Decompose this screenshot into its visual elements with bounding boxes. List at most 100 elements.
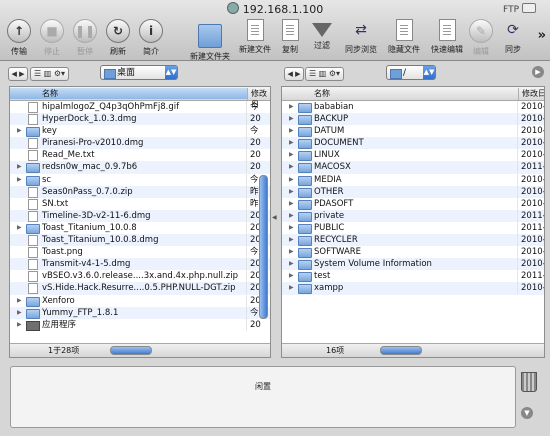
left-name-column[interactable]: 名称 (10, 88, 247, 99)
left-horizontal-scrollbar[interactable] (110, 346, 152, 355)
folder-icon (298, 175, 312, 186)
trash-icon[interactable] (521, 372, 537, 392)
right-back-forward-button[interactable]: ◀ ▶ (284, 67, 304, 81)
filter-button[interactable]: 过滤 (307, 19, 337, 51)
left-file-row[interactable]: Read_Me.txt 20 (10, 149, 270, 162)
left-file-row[interactable]: Toast.png 今 (10, 246, 270, 259)
disclosure-triangle-icon[interactable]: ▶ (17, 222, 22, 234)
left-file-row[interactable]: Piranesi-Pro-v2010.dmg 20 (10, 137, 270, 150)
info-button[interactable]: i 简介 (134, 19, 168, 57)
left-file-row[interactable]: Seas0nPass_0.7.0.zip 昨 (10, 185, 270, 198)
right-file-row[interactable]: ▶ System Volume Information 2010- (282, 258, 544, 271)
disclosure-triangle-icon[interactable]: ▶ (289, 210, 294, 222)
folder-icon (26, 308, 40, 319)
right-file-row[interactable]: ▶ private 2011- (282, 209, 544, 222)
go-arrow-icon[interactable]: ▶ (532, 66, 544, 78)
modified-date: 2011- (517, 221, 544, 234)
right-file-row[interactable]: ▶ BACKUP 2010- (282, 113, 544, 126)
disclosure-triangle-icon[interactable]: ▶ (289, 246, 294, 258)
disclosure-triangle-icon[interactable]: ▶ (17, 307, 22, 319)
file-icon (28, 271, 38, 283)
disclosure-triangle-icon[interactable]: ▶ (289, 125, 294, 137)
right-file-row[interactable]: ▶ LINUX 2010- (282, 149, 544, 162)
left-file-row[interactable]: HyperDock_1.0.3.dmg 20 (10, 113, 270, 126)
right-file-row[interactable]: ▶ PUBLIC 2011- (282, 221, 544, 234)
left-file-row[interactable]: ▶ redsn0w_mac_0.9.7b6 20 (10, 161, 270, 174)
right-file-row[interactable]: ▶ DOCUMENT 2010- (282, 137, 544, 150)
disclosure-triangle-icon[interactable]: ▶ (17, 161, 22, 173)
right-file-row[interactable]: ▶ SOFTWARE 2010- (282, 246, 544, 259)
disclosure-triangle-icon[interactable]: ▶ (289, 282, 294, 294)
disclosure-triangle-icon[interactable]: ▶ (17, 319, 22, 331)
right-view-mode-button[interactable]: ☰ ▥ ⚙▾ (305, 67, 345, 81)
disclosure-triangle-icon[interactable]: ▶ (289, 258, 294, 270)
pause-icon: ❚❚ (73, 19, 97, 43)
right-file-row[interactable]: ▶ xampp 2010- (282, 282, 544, 295)
left-view-mode-button[interactable]: ☰ ▥ ⚙▾ (30, 67, 70, 81)
hidden-files-button[interactable]: 隐藏文件 (384, 19, 424, 55)
pause-button[interactable]: ❚❚ 暂停 (68, 19, 102, 57)
right-file-row[interactable]: ▶ PDASOFT 2010- (282, 197, 544, 210)
toolbar-overflow-icon[interactable]: » (538, 28, 546, 43)
disclosure-triangle-icon[interactable]: ▶ (289, 113, 294, 125)
right-file-row[interactable]: ▶ test 2011- (282, 270, 544, 283)
sync-button[interactable]: ⟳ 同步 (498, 19, 528, 55)
disclosure-triangle-icon[interactable]: ▶ (289, 186, 294, 198)
modified-date: 2010- (517, 173, 544, 186)
left-file-row[interactable]: vBSEO.v3.6.0.release....3x.and.4x.php.nu… (10, 270, 270, 283)
left-file-row[interactable]: SN.txt 昨 (10, 197, 270, 210)
refresh-button[interactable]: ↻ 刷新 (101, 19, 135, 57)
left-file-row[interactable]: ▶ key 今 (10, 125, 270, 138)
left-file-row[interactable]: ▶ Xenforo 20 (10, 294, 270, 307)
disclosure-triangle-icon[interactable]: ▶ (289, 270, 294, 282)
left-file-row[interactable]: ▶ Yummy_FTP_1.8.1 今 (10, 306, 270, 319)
left-file-row[interactable]: ▶ Toast_Titanium_10.0.8 20 (10, 221, 270, 234)
right-file-row[interactable]: ▶ OTHER 2010- (282, 185, 544, 198)
left-back-forward-button[interactable]: ◀ ▶ (8, 67, 28, 81)
left-vertical-scrollbar[interactable] (259, 175, 268, 319)
copy-button[interactable]: 复制 (275, 19, 305, 55)
right-name-column[interactable]: 名称 (282, 88, 518, 99)
right-file-row[interactable]: ▶ MACOSX 2011- (282, 161, 544, 174)
left-date-column[interactable]: 修改日 (247, 88, 270, 109)
disclosure-triangle-icon[interactable]: ▶ (17, 295, 22, 307)
disclosure-triangle-icon[interactable]: ▶ (289, 174, 294, 186)
new-folder-button[interactable]: 新建文件夹 (190, 19, 230, 62)
copy-icon (281, 19, 299, 41)
disclosure-triangle-icon[interactable]: ▶ (17, 125, 22, 137)
disclosure-triangle-icon[interactable]: ▶ (289, 198, 294, 210)
stop-button[interactable]: ■ 停止 (35, 19, 69, 57)
sync-browse-button[interactable]: ⇄ 同步浏览 (341, 19, 381, 55)
left-file-row[interactable]: ▶ sc 今 (10, 173, 270, 186)
right-file-row[interactable]: ▶ bababian 2010- (282, 101, 544, 113)
disclosure-triangle-icon[interactable]: ▶ (289, 101, 294, 113)
left-file-row[interactable]: Timeline-3D-v2-11-6.dmg 20 (10, 209, 270, 222)
edit-button[interactable]: ✎ 编辑 (466, 19, 496, 57)
left-file-row[interactable]: Transmit-v4-1-5.dmg 20 (10, 258, 270, 271)
log-toggle-icon[interactable]: ▼ (521, 407, 533, 419)
new-file-button[interactable]: 新建文件 (237, 19, 273, 55)
right-file-row[interactable]: ▶ DATUM 2010- (282, 125, 544, 138)
disclosure-triangle-icon[interactable]: ▶ (289, 137, 294, 149)
left-file-row[interactable]: vS.Hide.Hack.Resurre....0.5.PHP.NULL-DGT… (10, 282, 270, 295)
left-file-row[interactable]: hipalmlogoZ_Q4p3qOhPmFj8.gif 今 (10, 101, 270, 113)
disclosure-triangle-icon[interactable]: ▶ (289, 161, 294, 173)
transfer-button[interactable]: ↑ 传输 (2, 19, 36, 57)
disclosure-triangle-icon[interactable]: ▶ (17, 174, 22, 186)
disclosure-triangle-icon[interactable]: ▶ (289, 234, 294, 246)
disclosure-triangle-icon[interactable]: ▶ (289, 149, 294, 161)
folder-icon (298, 103, 312, 113)
right-path-select[interactable]: / ▲▼ (386, 65, 436, 80)
right-file-row[interactable]: ▶ MEDIA 2010- (282, 173, 544, 186)
quick-edit-button[interactable]: 快速编辑 (427, 19, 467, 55)
pane-splitter[interactable]: ◀ (272, 214, 277, 221)
right-file-row[interactable]: ▶ RECYCLER 2010- (282, 234, 544, 247)
right-horizontal-scrollbar[interactable] (380, 346, 422, 355)
folder-icon (298, 211, 312, 222)
modified-date: 昨 (246, 185, 259, 198)
right-date-column[interactable]: 修改日 (518, 88, 544, 100)
left-file-row[interactable]: ▶ 应用程序 20 (10, 318, 270, 331)
left-file-row[interactable]: Toast_Titanium_10.0.8.dmg 20 (10, 234, 270, 247)
disclosure-triangle-icon[interactable]: ▶ (289, 222, 294, 234)
left-path-select[interactable]: 桌面 ▲▼ (100, 65, 178, 80)
